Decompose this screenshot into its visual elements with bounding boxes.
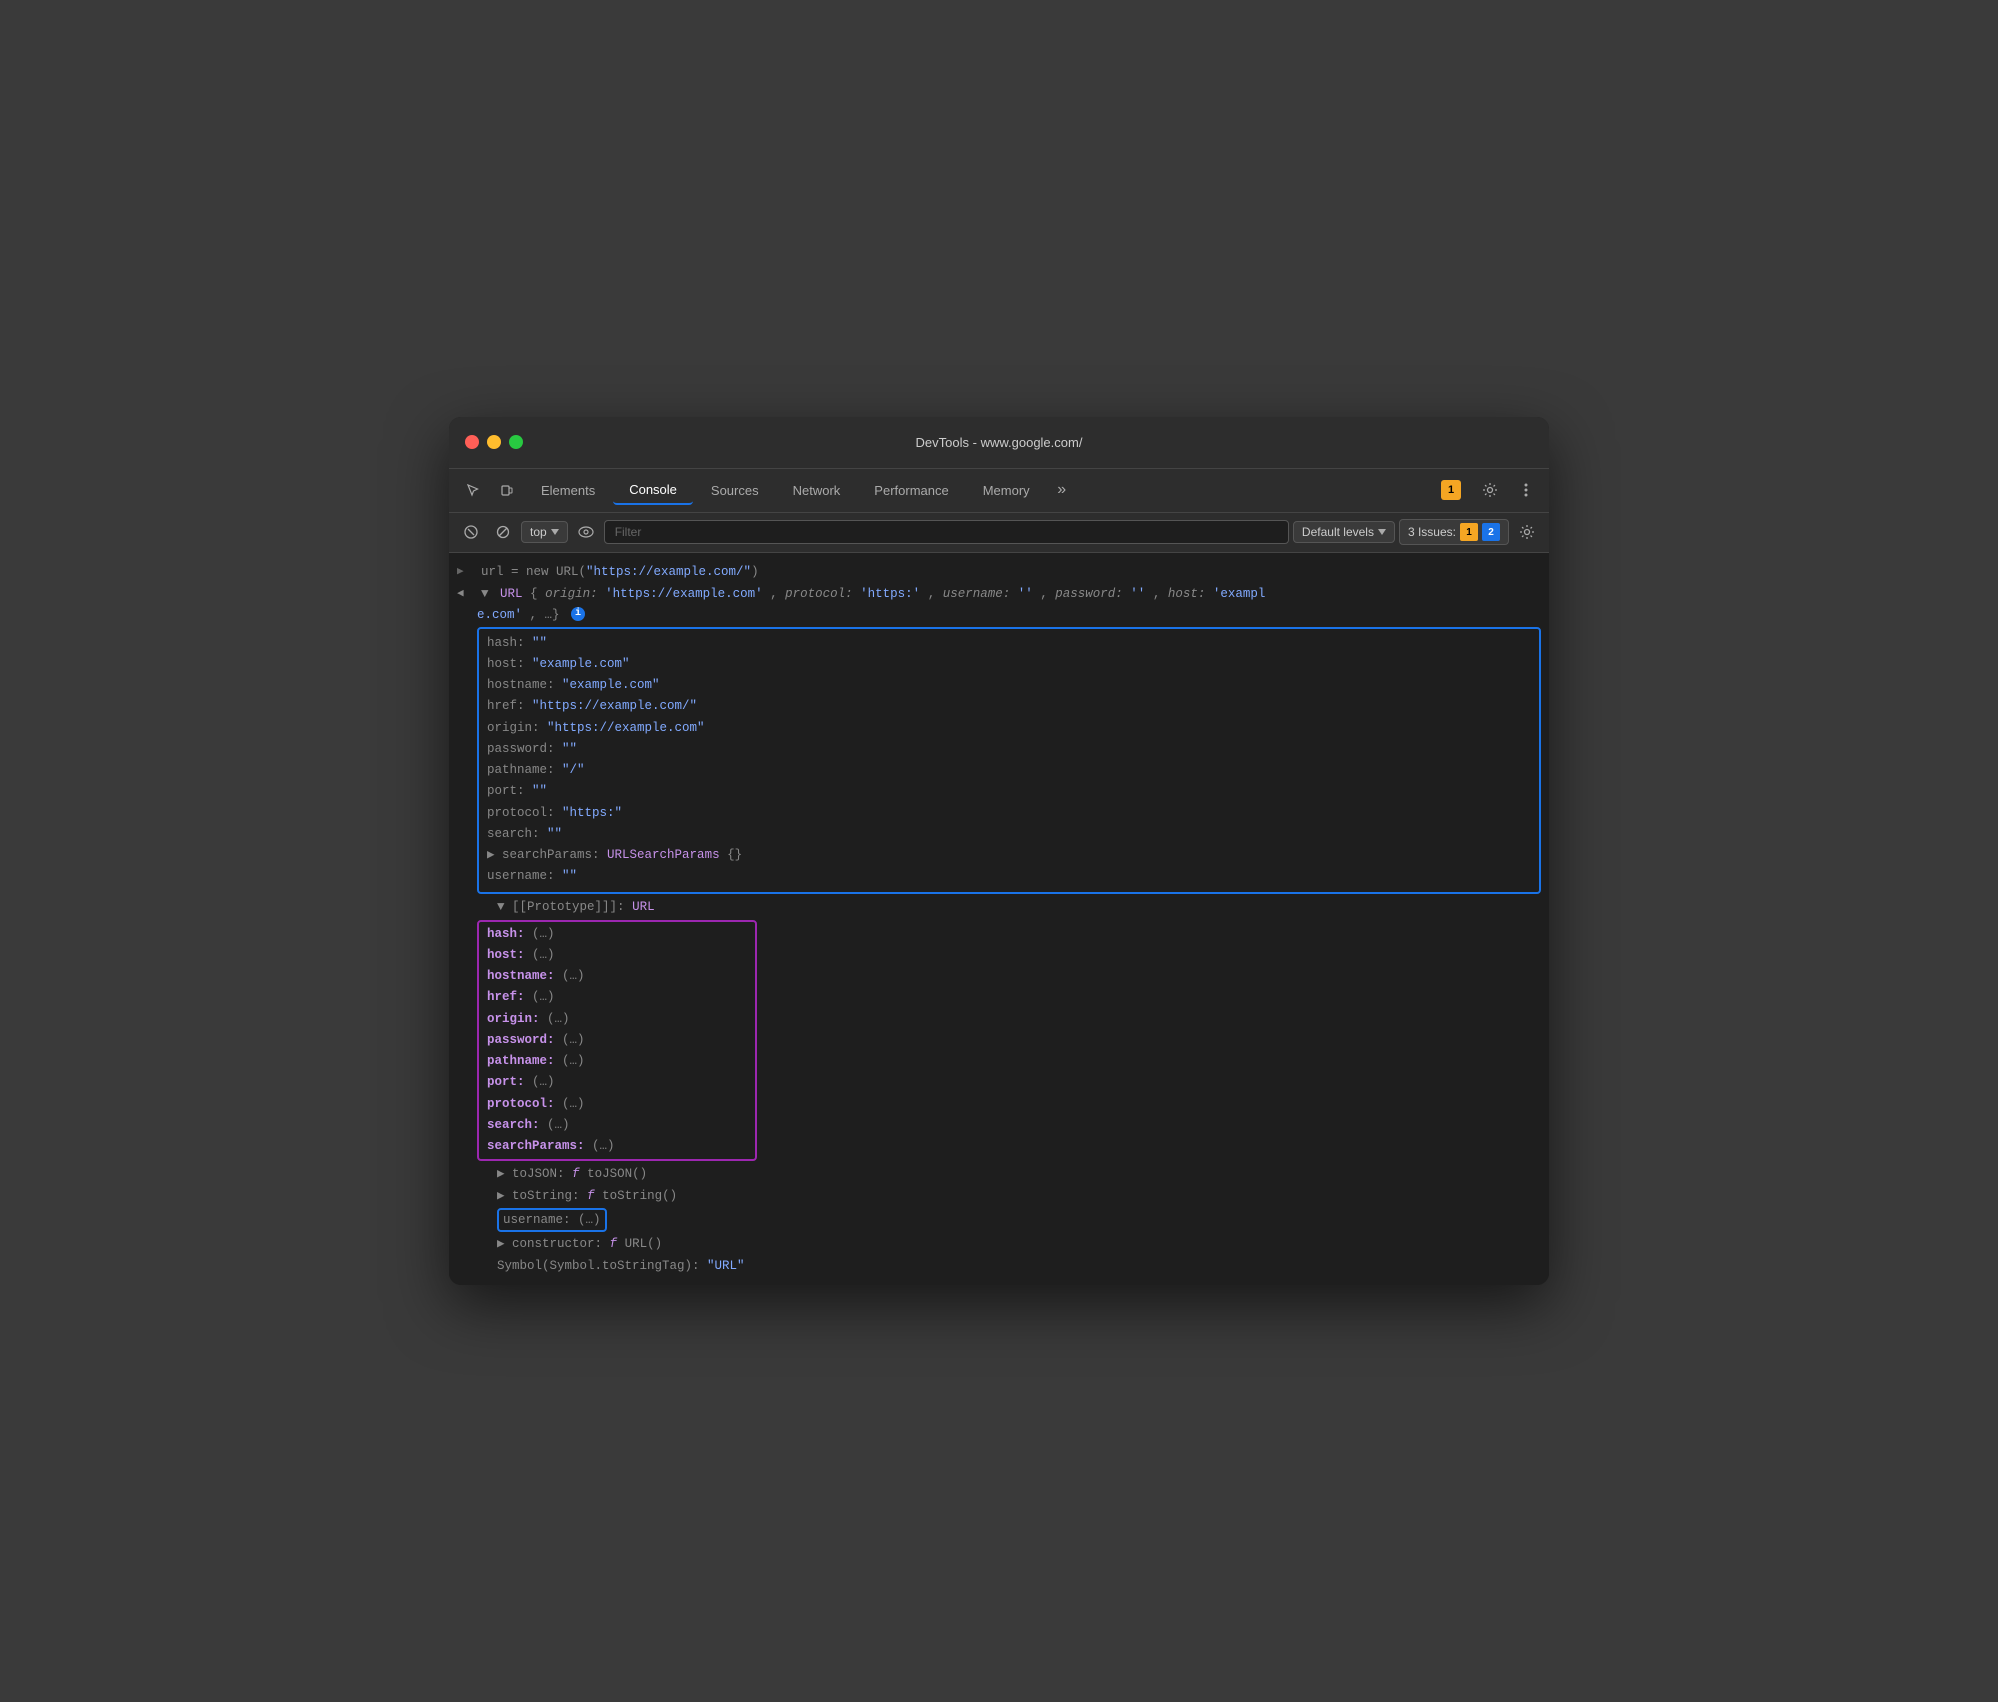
window-title: DevTools - www.google.com/ <box>916 435 1083 450</box>
levels-label: Default levels <box>1302 525 1374 539</box>
device-toolbar-button[interactable] <box>491 474 523 506</box>
info-icon[interactable]: i <box>571 607 585 621</box>
proto-props-purple-box: hash: (…) host: (…) hostname: (…) href: … <box>477 920 757 1162</box>
prop-password: password: "" <box>487 739 1531 760</box>
url-obj-header: ▼ URL { origin: 'https://example.com' , … <box>481 584 1541 604</box>
console-toolbar: top Default levels 3 Issues: 1 2 <box>449 513 1549 553</box>
tab-sources[interactable]: Sources <box>695 477 775 504</box>
warning-badge: 1 <box>1441 480 1461 500</box>
issues-text: 3 Issues: <box>1408 525 1456 539</box>
titlebar: DevTools - www.google.com/ <box>449 417 1549 469</box>
url-props-content: hash: "" host: "example.com" hostname: "… <box>479 631 1539 890</box>
context-label: top <box>530 525 547 539</box>
proto-origin: origin: (…) <box>487 1009 747 1030</box>
eye-icon-button[interactable] <box>572 518 600 546</box>
gutter-left-arrow: ◀ <box>457 584 477 604</box>
maximize-button[interactable] <box>509 435 523 449</box>
clear-console-button[interactable] <box>457 518 485 546</box>
console-output: ▶ url = new URL("https://example.com/") … <box>449 553 1549 1286</box>
filter-input[interactable] <box>604 520 1289 544</box>
prototype-box: hash: (…) host: (…) hostname: (…) href: … <box>477 920 1541 1162</box>
prop-username: username: "" <box>487 866 1531 887</box>
console-line-prototype: ▼ [[Prototype]]]: URL <box>449 896 1549 918</box>
prop-search: search: "" <box>487 824 1531 845</box>
proto-hash: hash: (…) <box>487 924 747 945</box>
settings-button[interactable] <box>1475 475 1505 505</box>
prop-port: port: "" <box>487 781 1531 802</box>
issues-info-badge: 2 <box>1482 523 1500 541</box>
console-line-username: username: (…) <box>449 1207 1549 1233</box>
tab-memory[interactable]: Memory <box>967 477 1046 504</box>
prop-searchparams: ▶ searchParams: URLSearchParams {} <box>487 845 1531 866</box>
proto-search: search: (…) <box>487 1115 747 1136</box>
close-button[interactable] <box>465 435 479 449</box>
console-line-tojson: ▶ toJSON: f toJSON() <box>449 1163 1549 1185</box>
console-line-constructor: ▶ constructor: f URL() <box>449 1233 1549 1255</box>
levels-dropdown[interactable]: Default levels <box>1293 521 1395 543</box>
proto-password: password: (…) <box>487 1030 747 1051</box>
console-line-url-obj: ◀ ▼ URL { origin: 'https://example.com' … <box>449 583 1549 605</box>
console-line-input: ▶ url = new URL("https://example.com/") <box>449 561 1549 583</box>
settings-console-button[interactable] <box>1513 518 1541 546</box>
tabs-bar: Elements Console Sources Network Perform… <box>449 469 1549 513</box>
tab-network[interactable]: Network <box>777 477 857 504</box>
issues-warn-badge: 1 <box>1460 523 1478 541</box>
block-icon-button[interactable] <box>489 518 517 546</box>
tab-elements[interactable]: Elements <box>525 477 611 504</box>
more-options-button[interactable] <box>1511 475 1541 505</box>
proto-pathname: pathname: (…) <box>487 1051 747 1072</box>
proto-protocol: protocol: (…) <box>487 1094 747 1115</box>
prop-origin: origin: "https://example.com" <box>487 718 1531 739</box>
username-highlighted: username: (…) <box>497 1208 607 1232</box>
tab-console[interactable]: Console <box>613 476 693 505</box>
tabs-right-controls: 1 <box>1433 475 1541 505</box>
prop-protocol: protocol: "https:" <box>487 803 1531 824</box>
console-line-tostring: ▶ toString: f toString() <box>449 1185 1549 1207</box>
prop-href: href: "https://example.com/" <box>487 696 1531 717</box>
proto-href: href: (…) <box>487 987 747 1008</box>
traffic-lights <box>465 435 523 449</box>
prop-hostname: hostname: "example.com" <box>487 675 1531 696</box>
proto-hostname: hostname: (…) <box>487 966 747 987</box>
context-selector[interactable]: top <box>521 521 568 543</box>
gutter-arrow-right: ▶ <box>457 562 477 582</box>
console-line-content: url = new URL("https://example.com/") <box>481 562 1541 582</box>
devtools-window: DevTools - www.google.com/ Elements Cons… <box>449 417 1549 1286</box>
proto-searchparams: searchParams: (…) <box>487 1136 747 1157</box>
tab-performance[interactable]: Performance <box>858 477 964 504</box>
url-properties-box: hash: "" host: "example.com" hostname: "… <box>477 627 1541 894</box>
more-tabs-button[interactable]: » <box>1048 476 1076 504</box>
inspect-element-button[interactable] <box>457 474 489 506</box>
proto-host: host: (…) <box>487 945 747 966</box>
prop-host: host: "example.com" <box>487 654 1531 675</box>
url-obj-header-cont: e.com' , …} i <box>449 605 1549 625</box>
issues-button[interactable]: 3 Issues: 1 2 <box>1399 519 1509 545</box>
prototype-line: ▼ [[Prototype]]]: URL <box>481 897 1541 917</box>
minimize-button[interactable] <box>487 435 501 449</box>
gutter-empty <box>457 897 477 899</box>
console-line-symbol: Symbol(Symbol.toStringTag): "URL" <box>449 1255 1549 1277</box>
proto-props-content: hash: (…) host: (…) hostname: (…) href: … <box>483 922 751 1160</box>
proto-port: port: (…) <box>487 1072 747 1093</box>
prop-pathname: pathname: "/" <box>487 760 1531 781</box>
issues-tab-button[interactable]: 1 <box>1433 476 1469 504</box>
prop-hash: hash: "" <box>487 633 1531 654</box>
